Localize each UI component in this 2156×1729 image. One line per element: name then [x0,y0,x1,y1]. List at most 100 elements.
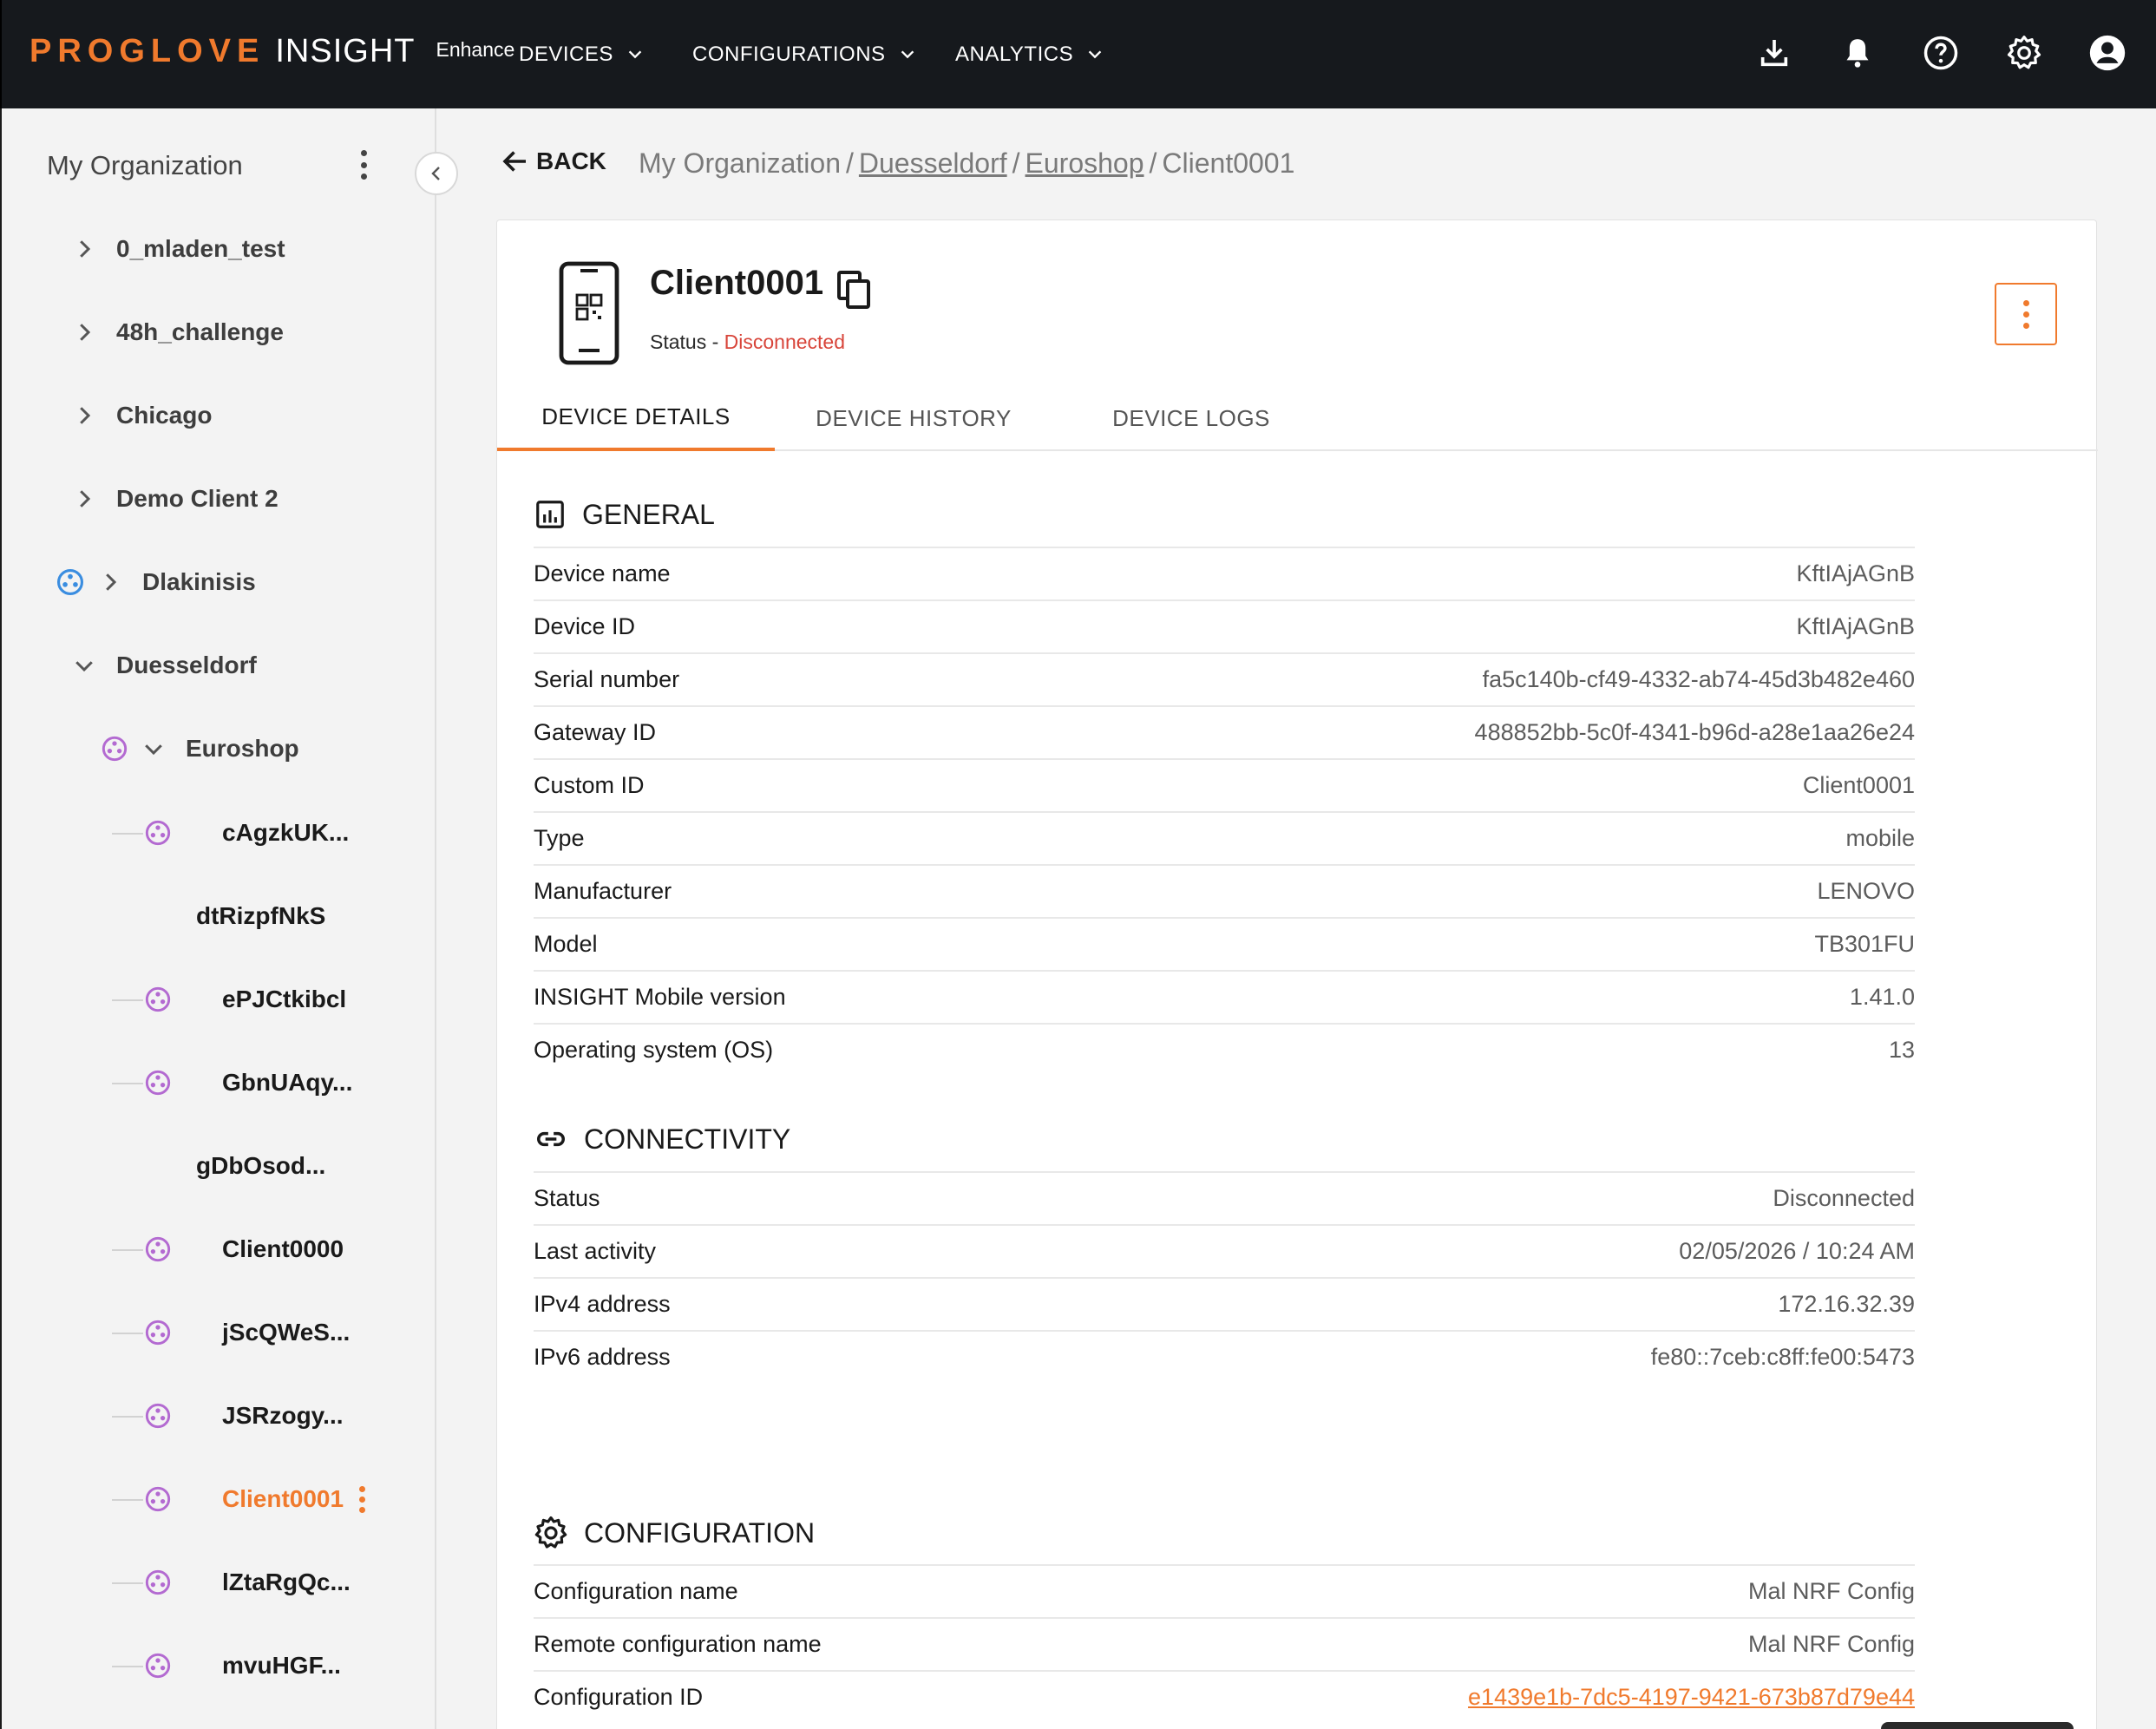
tree-item-label: 0_mladen_test [116,235,285,262]
breadcrumb-separator: / [1149,147,1157,179]
tree-connector [112,1666,143,1667]
detail-row-configuration-id: Configuration ID e1439e1b-7dc5-4197-9421-… [534,1670,1915,1723]
tree-item-demo-client-2[interactable]: Demo Client 2 [71,473,279,525]
detail-value: LENOVO [1817,878,1915,904]
device-node-icon [145,1070,171,1096]
gear-icon [534,1516,567,1549]
tab-device-details[interactable]: DEVICE DETAILS [497,385,775,451]
help-icon[interactable] [1919,31,1963,75]
tree-item-device[interactable]: ePJCtkibcl [144,973,346,1025]
detail-row-model: Model TB301FU [534,917,1915,970]
detail-row-insight-mobile-version: INSIGHT Mobile version 1.41.0 [534,970,1915,1023]
detail-key: INSIGHT Mobile version [534,984,786,1010]
detail-key: Operating system (OS) [534,1037,774,1063]
chevron-right-icon[interactable] [71,486,97,512]
tree-item-device[interactable]: gDbOsod... [196,1140,325,1192]
chevron-right-icon[interactable] [71,403,97,429]
detail-key: Remote configuration name [534,1631,822,1657]
breadcrumb-separator: / [845,147,854,179]
tree-item-label: jScQWeS... [222,1319,351,1346]
section-configuration-header: CONFIGURATION [534,1516,815,1550]
status-prefix: Status - [650,331,724,353]
back-button[interactable]: BACK [500,146,606,177]
detail-row-type: Type mobile [534,811,1915,864]
chevron-down-icon[interactable] [71,652,97,678]
breadcrumb-duesseldorf[interactable]: Duesseldorf [859,147,1007,180]
brand-logo[interactable]: PROGLOVE INSIGHT Enhance [29,33,514,70]
chevron-right-icon[interactable] [71,236,97,262]
tree-item-label: GbnUAqy... [222,1069,353,1096]
detail-row-serial-number: Serial number fa5c140b-cf49-4332-ab74-45d… [534,652,1915,705]
tree-item-euroshop[interactable]: Euroshop [101,723,299,775]
tab-device-history[interactable]: DEVICE HISTORY [775,385,1052,451]
detail-row-last-activity: Last activity 02/05/2026 / 10:24 AM [534,1224,1915,1277]
tree-item-device[interactable]: cAgzkUK... [144,807,349,859]
nav-configurations-label: CONFIGURATIONS [692,42,886,66]
tree-item-device[interactable]: jScQWeS... [144,1307,350,1359]
tree-connector [112,1083,143,1084]
chevron-right-icon[interactable] [97,569,123,595]
tree-item-device[interactable]: GbnUAqy... [144,1057,352,1109]
scroll-indicator[interactable] [1881,1722,2074,1729]
chevron-left-icon [431,167,440,180]
settings-icon[interactable] [2002,31,2046,75]
nav-configurations[interactable]: CONFIGURATIONS [692,0,917,108]
tree-item-device[interactable]: lZtaRgQc... [144,1556,351,1608]
tree-item-dlakinisis[interactable]: Dlakinisis [56,556,256,608]
dot-icon [359,1485,366,1492]
tree-item-label: Duesseldorf [116,652,257,678]
tree-item-duesseldorf[interactable]: Duesseldorf [71,639,257,691]
download-icon[interactable] [1753,31,1796,75]
tree-item-device[interactable]: JSRzogy... [144,1390,344,1442]
tree-connector [112,1582,143,1584]
collapse-sidebar-button[interactable] [415,152,458,195]
device-tabs: DEVICE DETAILS DEVICE HISTORY DEVICE LOG… [497,385,2098,451]
tree-item-label: ePJCtkibcl [222,986,347,1012]
detail-key: Last activity [534,1238,657,1264]
tree-item-0-mladen-test[interactable]: 0_mladen_test [71,223,285,275]
tree-item-device-selected[interactable]: Client0001 [144,1473,366,1525]
tree-item-48h-challenge[interactable]: 48h_challenge [71,306,284,358]
chevron-right-icon[interactable] [71,319,97,345]
chevron-down-icon[interactable] [141,736,167,762]
device-status-line: Status - Disconnected [650,331,845,354]
device-actions-menu-button[interactable] [1995,283,2057,345]
detail-value: fa5c140b-cf49-4332-ab74-45d3b482e460 [1482,666,1915,692]
configuration-id-link[interactable]: e1439e1b-7dc5-4197-9421-673b87d79e44 [1468,1684,1915,1711]
tree-connector [112,1499,143,1501]
detail-value: 13 [1888,1037,1915,1063]
detail-row-gateway-id: Gateway ID 488852bb-5c0f-4341-b96d-a28e1a… [534,705,1915,758]
detail-row-ipv6: IPv6 address fe80::7ceb:c8ff:fe00:5473 [534,1330,1915,1383]
tab-device-logs[interactable]: DEVICE LOGS [1052,385,1330,451]
bell-icon[interactable] [1836,31,1879,75]
dot-icon [360,174,367,180]
brand-product: INSIGHT [275,33,416,69]
tree-item-label: Client0000 [222,1235,344,1262]
detail-key: Status [534,1185,600,1211]
tree-item-device[interactable]: Client0000 [144,1223,344,1275]
detail-row-device-name: Device name KftIAjAGnB [534,547,1915,599]
breadcrumb-separator: / [1012,147,1020,179]
tree-item-label: Euroshop [186,735,299,762]
account-icon[interactable] [2086,31,2129,75]
tree-item-device[interactable]: dtRizpfNkS [196,890,325,942]
tree-item-chicago[interactable]: Chicago [71,390,212,442]
tree-item-label: lZtaRgQc... [222,1569,351,1595]
tree-item-device[interactable]: mvuHGF... [144,1640,341,1692]
detail-key: Configuration name [534,1578,738,1604]
copy-icon[interactable] [836,269,874,315]
tree-item-label: Dlakinisis [142,568,256,595]
organization-more-menu-button[interactable] [351,147,377,183]
link-icon [537,1131,565,1147]
detail-key: Serial number [534,666,680,692]
tree-item-label: 48h_challenge [116,318,284,345]
tree-connector [112,1416,143,1418]
breadcrumb-root: My Organization [639,147,841,179]
nav-devices[interactable]: DEVICES [519,0,645,108]
detail-key: Device ID [534,613,636,639]
detail-value: KftIAjAGnB [1796,560,1915,586]
breadcrumb-euroshop[interactable]: Euroshop [1026,147,1144,180]
device-more-menu-button[interactable] [359,1485,366,1513]
nav-analytics[interactable]: ANALYTICS [955,0,1104,108]
device-title: Client0001 [650,264,824,302]
